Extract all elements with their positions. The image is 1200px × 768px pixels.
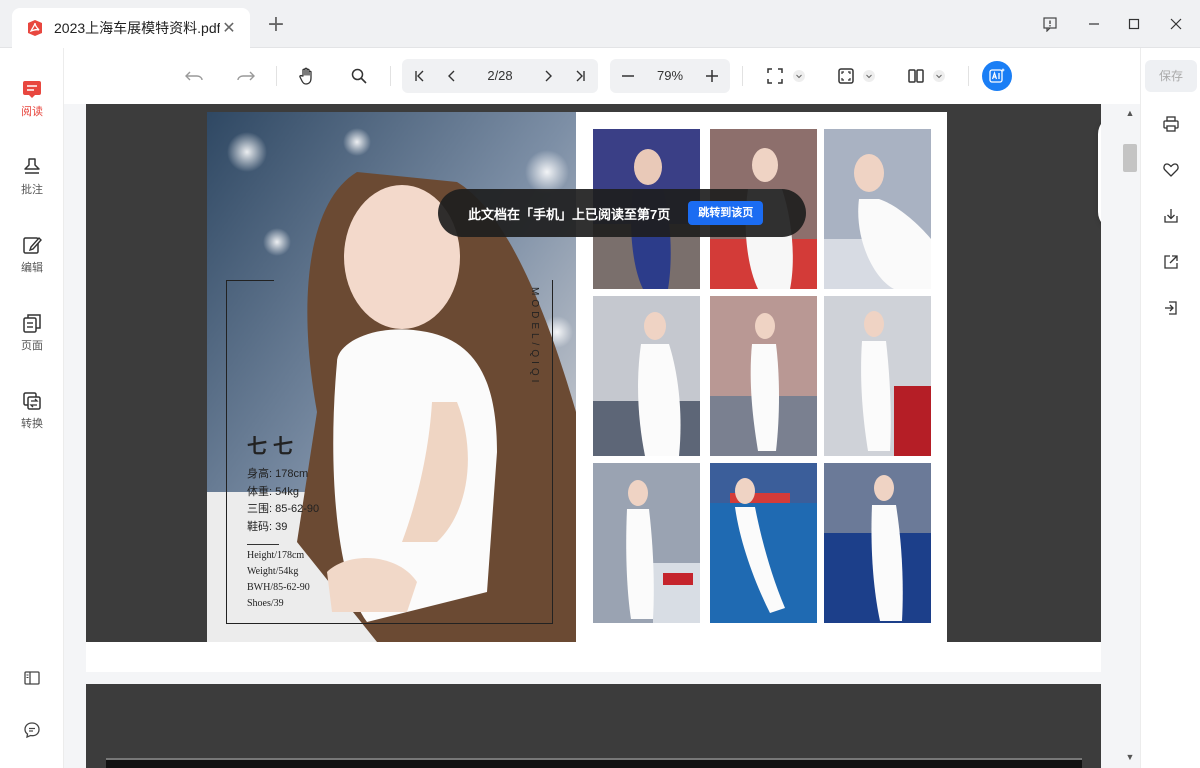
sidebar-item-annotate[interactable]: 批注: [0, 154, 64, 210]
download-icon[interactable]: [1159, 204, 1183, 228]
left-sidebar: 阅读 批注 编辑 页面 转换: [0, 48, 64, 768]
feedback-icon[interactable]: [1038, 12, 1062, 36]
toolbar-divider: [390, 66, 391, 86]
photo-strip: [106, 758, 1082, 768]
new-tab-button[interactable]: +: [264, 14, 288, 38]
chevron-down-icon[interactable]: [793, 70, 805, 82]
photo-thumbnail: [824, 296, 931, 456]
sidebar-item-label: 转换: [21, 418, 43, 430]
stat-line: 三围: 85-62-90: [247, 503, 320, 515]
redo-icon[interactable]: [232, 62, 260, 90]
chevron-down-icon[interactable]: [863, 70, 875, 82]
edit-icon: [23, 236, 42, 254]
panel-toggle-icon[interactable]: [20, 666, 44, 690]
page-layout-icon[interactable]: [902, 62, 930, 90]
share-icon[interactable]: [1159, 250, 1183, 274]
scroll-down-icon[interactable]: ▼: [1125, 752, 1135, 762]
pdf-file-icon: [28, 20, 42, 36]
book-icon: [23, 81, 41, 98]
divider: [247, 544, 279, 545]
document-viewer[interactable]: MODEL/QIQI 七七 身高: 178cm 体重: 54kg 三围: 85-…: [64, 104, 1140, 768]
sidebar-item-label: 阅读: [21, 106, 43, 118]
toolbar-divider: [742, 66, 743, 86]
pdf-page: [86, 684, 1101, 768]
title-bar: 2023上海车展模特资料.pdf ✕ +: [0, 0, 1200, 48]
photo-thumbnail: [710, 463, 817, 623]
sidebar-item-read[interactable]: 阅读: [0, 76, 64, 132]
favorite-heart-icon[interactable]: [1159, 158, 1183, 182]
convert-quick-panel: [1098, 116, 1101, 230]
first-page-icon[interactable]: [406, 62, 434, 90]
sidebar-item-label: 页面: [21, 340, 43, 352]
pages-icon: [23, 314, 41, 333]
banner-text: 此文档在「手机」上已阅读至第7页: [468, 206, 671, 222]
tab-close-icon[interactable]: ✕: [220, 18, 238, 38]
model-stats-en: Height/178cm Weight/54kg BWH/85-62-90 Sh…: [247, 548, 310, 612]
photo-thumbnail: [824, 463, 931, 623]
photo-thumbnail: [593, 296, 700, 456]
maximize-icon[interactable]: [1122, 12, 1146, 36]
save-button[interactable]: 保存: [1145, 60, 1197, 92]
tab-title: 2023上海车展模特资料.pdf: [54, 20, 220, 36]
photo-thumbnail: [824, 129, 931, 289]
sidebar-item-pages[interactable]: 页面: [0, 310, 64, 366]
undo-icon[interactable]: [180, 62, 208, 90]
document-tab[interactable]: 2023上海车展模特资料.pdf ✕: [12, 8, 250, 48]
minimize-icon[interactable]: [1082, 12, 1106, 36]
convert-icon: [23, 392, 41, 410]
stat-line: Weight/54kg: [247, 566, 299, 577]
fit-page-icon[interactable]: [832, 62, 860, 90]
search-icon[interactable]: [345, 62, 373, 90]
toolbar-divider: [968, 66, 969, 86]
photo-thumbnail: [710, 296, 817, 456]
scroll-up-icon[interactable]: ▲: [1125, 108, 1135, 118]
ai-icon: [989, 68, 1005, 83]
vertical-scrollbar[interactable]: [1121, 104, 1140, 768]
prev-page-icon[interactable]: [438, 62, 466, 90]
right-sidebar: 保存: [1140, 48, 1200, 768]
sidebar-item-convert[interactable]: 转换: [0, 388, 64, 444]
print-icon[interactable]: [1159, 112, 1183, 136]
photo-thumbnail: [593, 463, 700, 623]
close-window-icon[interactable]: [1164, 12, 1188, 36]
stat-line: Height/178cm: [247, 550, 305, 561]
stat-line: BWH/85-62-90: [247, 582, 310, 593]
stat-line: 鞋码: 39: [247, 520, 288, 533]
toolbar: 2/28 79%: [64, 48, 1140, 104]
stamp-icon: [24, 158, 40, 174]
zoom-level[interactable]: 79%: [650, 68, 690, 83]
zoom-out-icon[interactable]: [614, 62, 642, 90]
scrollbar-thumb[interactable]: [1123, 144, 1137, 172]
model-stats-cn: 身高: 178cm 体重: 54kg 三围: 85-62-90 鞋码: 39: [247, 466, 319, 536]
toolbar-divider: [276, 66, 277, 86]
stat-line: Shoes/39: [247, 598, 284, 609]
chevron-down-icon[interactable]: [933, 70, 945, 82]
chat-icon[interactable]: [20, 718, 44, 742]
model-name: 七七: [247, 434, 299, 458]
sidebar-item-edit[interactable]: 编辑: [0, 232, 64, 288]
stat-line: 体重: 54kg: [247, 485, 299, 498]
sidebar-item-label: 编辑: [21, 262, 43, 274]
export-icon[interactable]: [1159, 296, 1183, 320]
last-page-icon[interactable]: [566, 62, 594, 90]
resume-reading-banner: 此文档在「手机」上已阅读至第7页 跳转到该页: [438, 189, 806, 237]
hand-tool-icon[interactable]: [293, 62, 321, 90]
stat-line: 身高: 178cm: [247, 468, 309, 480]
jump-to-page-button[interactable]: 跳转到该页: [688, 201, 764, 225]
page-margin: [86, 642, 1101, 672]
zoom-in-icon[interactable]: [698, 62, 726, 90]
model-vertical-label: MODEL/QIQI: [529, 287, 540, 387]
ai-assistant-button[interactable]: [982, 61, 1012, 91]
sidebar-item-label: 批注: [21, 184, 43, 196]
next-page-icon[interactable]: [534, 62, 562, 90]
page-number-field[interactable]: 2/28: [476, 68, 524, 83]
pdf-page: MODEL/QIQI 七七 身高: 178cm 体重: 54kg 三围: 85-…: [86, 104, 1101, 672]
fit-width-icon[interactable]: [761, 62, 789, 90]
